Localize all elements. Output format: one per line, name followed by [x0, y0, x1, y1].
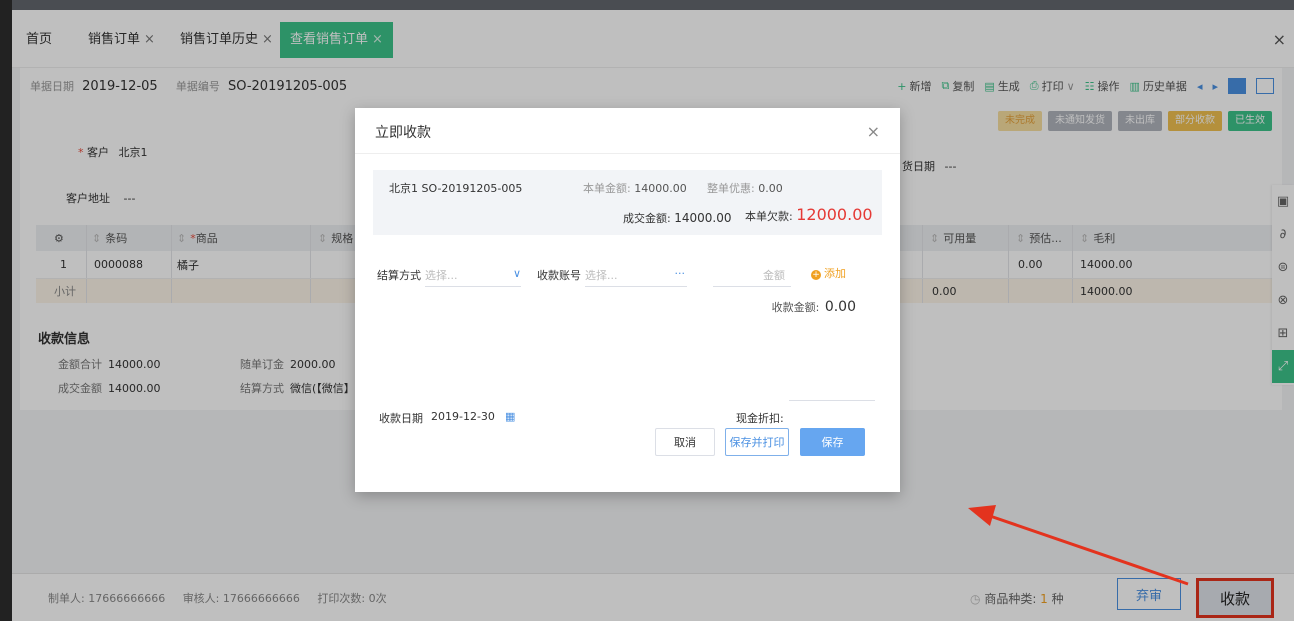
top-strip [12, 0, 1294, 10]
summary-deal-value: 14000.00 [674, 211, 732, 225]
collect-date-value: 2019-12-30 [431, 410, 495, 423]
account-field-label: 收款账号 [537, 269, 581, 282]
cash-discount-input[interactable] [789, 400, 875, 401]
summary-deal-label: 成交金额: [623, 212, 675, 225]
collect-date-label: 收款日期 [379, 412, 423, 425]
summary-amount-label: 本单金额: [583, 182, 635, 195]
collected-value: 0.00 [824, 299, 856, 315]
settle-method-select[interactable]: 选择... ∨ [425, 267, 521, 283]
summary-discount-label: 整单优惠: [707, 182, 759, 195]
order-summary: 北京1 SO-20191205-005 本单金额: 14000.00 整单优惠:… [373, 170, 882, 235]
settle-method-placeholder: 选择... [425, 269, 458, 282]
cash-discount-field: 现金折扣: [736, 410, 784, 426]
settle-method-underline [425, 286, 521, 287]
amount-underline [713, 286, 791, 287]
summary-deal: 成交金额: 14000.00 [623, 210, 731, 226]
save-button[interactable]: 保存 [800, 428, 865, 456]
account-underline [585, 286, 687, 287]
plus-icon: + [811, 270, 821, 280]
add-payment-button[interactable]: + 添加 [811, 265, 846, 281]
summary-order: 北京1 SO-20191205-005 [389, 182, 523, 195]
window-frame-left [0, 0, 12, 621]
chevron-down-icon: ∨ [512, 267, 521, 280]
close-icon[interactable]: × [867, 122, 880, 141]
account-select[interactable]: 选择... ··· [585, 267, 687, 283]
settle-method-field-label: 结算方式 [377, 269, 421, 282]
summary-owe-value: 12000.00 [796, 205, 873, 224]
dialog-title: 立即收款 [375, 125, 431, 141]
summary-owe-label: 本单欠款: [745, 210, 797, 223]
settle-method-field: 结算方式 [377, 267, 421, 283]
collect-payment-dialog: 立即收款 × 北京1 SO-20191205-005 本单金额: 14000.0… [355, 108, 900, 492]
summary-discount: 整单优惠: 0.00 [707, 180, 783, 196]
account-placeholder: 选择... [585, 269, 618, 282]
dialog-divider [355, 153, 900, 154]
cancel-button[interactable]: 取消 [655, 428, 715, 456]
account-field: 收款账号 [537, 267, 581, 283]
collect-date-input[interactable]: 2019-12-30 ▦ [431, 410, 515, 423]
summary-amount: 本单金额: 14000.00 [583, 180, 687, 196]
collected-total: 收款金额: 0.00 [772, 299, 856, 315]
summary-amount-value: 14000.00 [634, 182, 687, 195]
collected-label: 收款金额: [771, 301, 823, 314]
amount-input[interactable]: 金额 [713, 267, 785, 283]
summary-owe: 本单欠款: 12000.00 [745, 205, 873, 224]
cash-discount-label: 现金折扣: [736, 412, 784, 425]
collect-date-field: 收款日期 [379, 410, 423, 426]
add-label: 添加 [824, 267, 846, 280]
summary-discount-value: 0.00 [758, 182, 783, 195]
amount-placeholder: 金额 [763, 269, 785, 282]
calendar-icon[interactable]: ▦ [505, 410, 515, 423]
more-icon[interactable]: ··· [675, 267, 686, 280]
save-and-print-button[interactable]: 保存并打印 [725, 428, 789, 456]
